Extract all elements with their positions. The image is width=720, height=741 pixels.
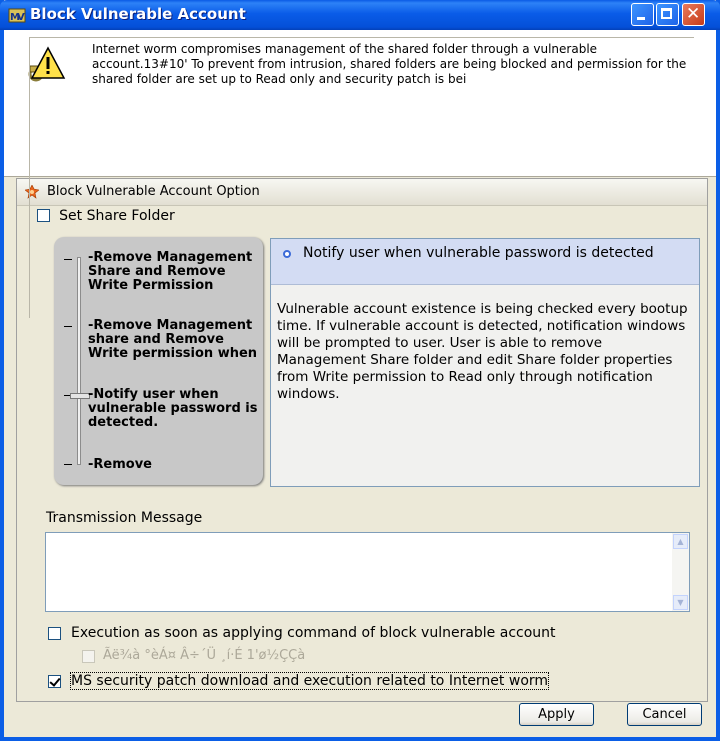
- slider-tick: [64, 259, 72, 260]
- maximize-icon: [661, 8, 672, 19]
- close-button[interactable]: ✕: [682, 3, 705, 26]
- level-label-selected[interactable]: -Notify user when vulnerable password is…: [88, 388, 263, 444]
- apply-button[interactable]: Apply: [519, 703, 594, 726]
- slider-track[interactable]: [77, 257, 81, 465]
- transmission-message-input[interactable]: ▲ ▼: [45, 532, 690, 612]
- execution-label: Execution as soon as applying command of…: [71, 625, 556, 641]
- level-label[interactable]: -Remove Management Share and Remove Writ…: [88, 251, 263, 321]
- app-icon: M V: [8, 8, 26, 23]
- scrollbar[interactable]: ▲ ▼: [672, 533, 689, 611]
- set-share-folder-label: Set Share Folder: [59, 208, 175, 224]
- disabled-option-checkbox[interactable]: [82, 650, 95, 663]
- security-patch-checkbox[interactable]: [48, 675, 61, 688]
- block-vulnerable-account-window: M V Block Vulnerable Account ✕ Internet …: [0, 0, 720, 741]
- level-label[interactable]: -Remove: [88, 458, 263, 474]
- scroll-up-icon[interactable]: ▲: [673, 534, 688, 549]
- transmission-message-label: Transmission Message: [46, 510, 203, 526]
- slider-tick: [64, 464, 72, 465]
- execution-checkbox[interactable]: [48, 627, 61, 640]
- title-bar[interactable]: M V Block Vulnerable Account ✕: [0, 0, 720, 30]
- window-title: Block Vulnerable Account: [30, 5, 246, 23]
- level-label[interactable]: -Remove Management share and Remove Writ…: [88, 319, 263, 383]
- level-description-header: Notify user when vulnerable password is …: [271, 239, 699, 285]
- disabled-option-label: Ãë¾à °èÁ¤ Â÷´Ü ¸í·É 1'ø½ÇÇà: [103, 648, 306, 663]
- minimize-button[interactable]: [631, 3, 654, 26]
- security-patch-label: MS security patch download and execution…: [69, 672, 550, 690]
- selected-bullet-icon: [283, 250, 291, 258]
- scroll-down-icon[interactable]: ▼: [673, 595, 688, 610]
- close-icon: ✕: [686, 4, 701, 24]
- maximize-button[interactable]: [656, 3, 679, 26]
- svg-text:V: V: [17, 12, 25, 23]
- minimize-icon: [637, 17, 645, 20]
- level-description-text: Vulnerable account existence is being ch…: [277, 301, 688, 402]
- slider-thumb[interactable]: [70, 393, 90, 399]
- slider-tick: [64, 326, 72, 327]
- level-description-title: Notify user when vulnerable password is …: [303, 245, 654, 261]
- cancel-button[interactable]: Cancel: [627, 703, 702, 726]
- share-folder-legend: Set Share Folder: [34, 208, 181, 224]
- level-description-panel: Notify user when vulnerable password is …: [270, 238, 700, 487]
- set-share-folder-checkbox[interactable]: [37, 209, 50, 222]
